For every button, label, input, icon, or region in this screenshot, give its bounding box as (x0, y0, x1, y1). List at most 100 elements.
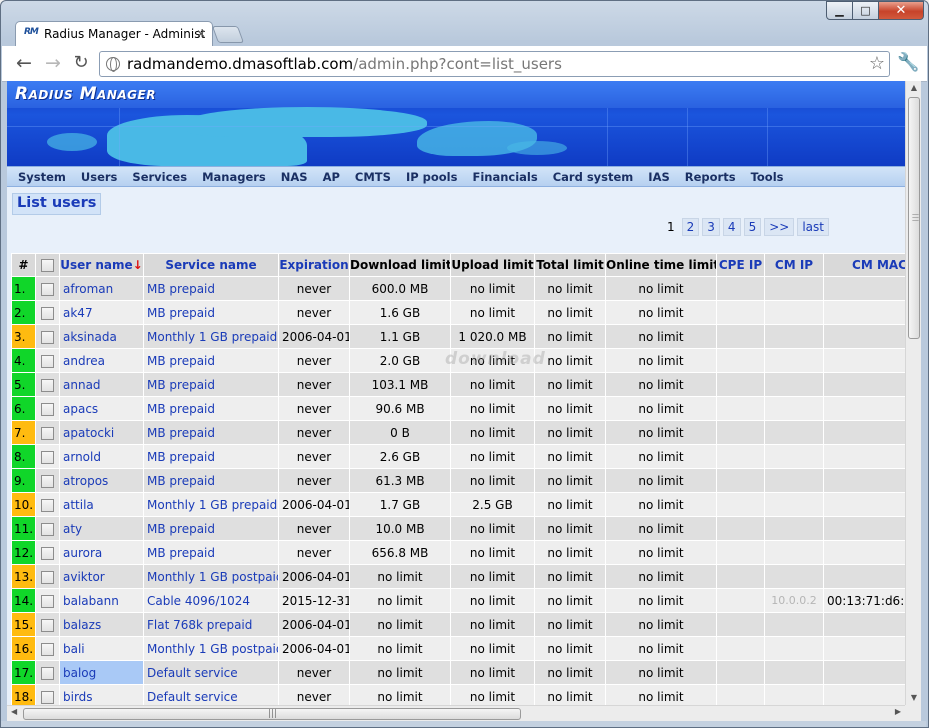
menu-reports[interactable]: Reports (685, 170, 736, 184)
row-checkbox[interactable] (41, 546, 54, 560)
wrench-icon[interactable]: 🔧 (897, 52, 919, 73)
row-checkbox[interactable] (41, 330, 54, 344)
user-name-link[interactable]: balog (63, 666, 96, 680)
pager-link-5[interactable]: 5 (743, 218, 762, 236)
menu-services[interactable]: Services (132, 170, 187, 184)
user-name-link[interactable]: aksinada (63, 330, 117, 344)
service-name-link[interactable]: MB prepaid (147, 474, 215, 488)
back-arrow-icon[interactable]: ← (13, 52, 35, 74)
user-name-link[interactable]: bali (63, 642, 85, 656)
menu-ip-pools[interactable]: IP pools (406, 170, 458, 184)
user-name-link[interactable]: aty (63, 522, 82, 536)
menu-ap[interactable]: AP (323, 170, 340, 184)
service-name-link[interactable]: MB prepaid (147, 282, 215, 296)
service-name-link[interactable]: Monthly 1 GB postpaid (147, 642, 278, 656)
user-name-link[interactable]: arnold (63, 450, 101, 464)
menu-users[interactable]: Users (81, 170, 118, 184)
row-checkbox[interactable] (41, 498, 54, 512)
close-button[interactable]: ✕ (879, 1, 924, 20)
col-header-service-name[interactable]: Service name (143, 253, 279, 277)
pager-link-2[interactable]: 2 (681, 218, 700, 236)
horizontal-scroll-thumb[interactable]: ||| (23, 708, 521, 720)
scroll-right-arrow-icon[interactable]: ▶ (895, 707, 901, 716)
service-name-link[interactable]: Monthly 1 GB postpaid (147, 570, 278, 584)
user-name-link[interactable]: balazs (63, 618, 101, 632)
pager-link-4[interactable]: 4 (722, 218, 741, 236)
service-name-link[interactable]: MB prepaid (147, 378, 215, 392)
horizontal-scrollbar[interactable]: ◀ ||| ▶ (7, 705, 905, 721)
scroll-left-arrow-icon[interactable]: ◀ (11, 707, 17, 716)
menu-nas[interactable]: NAS (281, 170, 308, 184)
col-header-cm-ip[interactable]: CM IP (764, 253, 824, 277)
maximize-button[interactable]: □ (853, 1, 879, 20)
service-name-link[interactable]: MB prepaid (147, 426, 215, 440)
service-name-link[interactable]: Monthly 1 GB prepaid (147, 330, 277, 344)
reload-icon[interactable]: ↻ (70, 52, 92, 74)
service-name-link[interactable]: MB prepaid (147, 546, 215, 560)
new-tab-button[interactable] (211, 26, 245, 43)
service-name-link[interactable]: MB prepaid (147, 450, 215, 464)
user-name-link[interactable]: apacs (63, 402, 98, 416)
user-name-link[interactable]: balabann (63, 594, 119, 608)
pager-link-last[interactable]: last (797, 218, 829, 236)
row-checkbox[interactable] (41, 306, 54, 320)
service-name-link[interactable]: Flat 768k prepaid (147, 618, 252, 632)
vertical-scroll-thumb[interactable]: — — — (908, 97, 920, 339)
forward-arrow-icon[interactable]: → (42, 52, 64, 74)
minimize-button[interactable]: ▁ (826, 1, 853, 20)
menu-financials[interactable]: Financials (472, 170, 537, 184)
row-checkbox[interactable] (41, 594, 54, 608)
user-name-link[interactable]: ak47 (63, 306, 93, 320)
col-header-cpe-ip[interactable]: CPE IP (716, 253, 765, 277)
menu-card-system[interactable]: Card system (553, 170, 634, 184)
select-all-checkbox[interactable] (41, 259, 54, 272)
user-name-link[interactable]: aurora (63, 546, 102, 560)
row-checkbox[interactable] (41, 474, 54, 488)
service-name-link[interactable]: Monthly 1 GB prepaid (147, 498, 277, 512)
user-name-link[interactable]: aviktor (63, 570, 105, 584)
user-name-link[interactable]: andrea (63, 354, 105, 368)
user-name-link[interactable]: birds (63, 690, 93, 704)
row-checkbox[interactable] (41, 666, 54, 680)
user-name-link[interactable]: afroman (63, 282, 113, 296)
row-checkbox[interactable] (41, 450, 54, 464)
service-name-link[interactable]: MB prepaid (147, 354, 215, 368)
service-name-link[interactable]: Default service (147, 690, 238, 704)
col-header-user-name[interactable]: User name↓ (59, 253, 144, 277)
service-name-link[interactable]: MB prepaid (147, 306, 215, 320)
row-checkbox[interactable] (41, 354, 54, 368)
user-name-link[interactable]: annad (63, 378, 101, 392)
col-header-cm-mac[interactable]: CM MAC (823, 253, 905, 277)
row-checkbox[interactable] (41, 570, 54, 584)
row-checkbox[interactable] (41, 378, 54, 392)
row-checkbox[interactable] (41, 690, 54, 704)
service-name-link[interactable]: Default service (147, 666, 238, 680)
row-checkbox[interactable] (41, 642, 54, 656)
vertical-scrollbar[interactable]: ▲ — — — ▼ (905, 81, 921, 705)
bookmark-star-icon[interactable]: ☆ (869, 53, 885, 74)
menu-cmts[interactable]: CMTS (355, 170, 391, 184)
user-name-link[interactable]: apatocki (63, 426, 114, 440)
tab-close-icon[interactable]: ✕ (196, 27, 206, 41)
user-name-link[interactable]: attila (63, 498, 94, 512)
col-header-expiration[interactable]: Expiration (278, 253, 350, 277)
menu-system[interactable]: System (18, 170, 66, 184)
menu-managers[interactable]: Managers (202, 170, 266, 184)
browser-tab[interactable]: RM Radius Manager - Administ ✕ (15, 21, 213, 46)
menu-tools[interactable]: Tools (751, 170, 784, 184)
row-checkbox[interactable] (41, 426, 54, 440)
service-name-link[interactable]: MB prepaid (147, 522, 215, 536)
pager-link-3[interactable]: 3 (702, 218, 720, 236)
row-checkbox[interactable] (41, 402, 54, 416)
row-checkbox[interactable] (41, 522, 54, 536)
pager-link-next[interactable]: >> (764, 218, 795, 236)
menu-ias[interactable]: IAS (648, 170, 669, 184)
scroll-up-arrow-icon[interactable]: ▲ (906, 81, 922, 95)
row-checkbox[interactable] (41, 618, 54, 632)
user-name-link[interactable]: atropos (63, 474, 108, 488)
service-name-link[interactable]: MB prepaid (147, 402, 215, 416)
row-checkbox[interactable] (41, 282, 54, 296)
address-bar[interactable]: radmandemo.dmasoftlab.com/admin.php?cont… (99, 51, 890, 77)
scroll-down-arrow-icon[interactable]: ▼ (906, 691, 922, 705)
service-name-link[interactable]: Cable 4096/1024 (147, 594, 250, 608)
